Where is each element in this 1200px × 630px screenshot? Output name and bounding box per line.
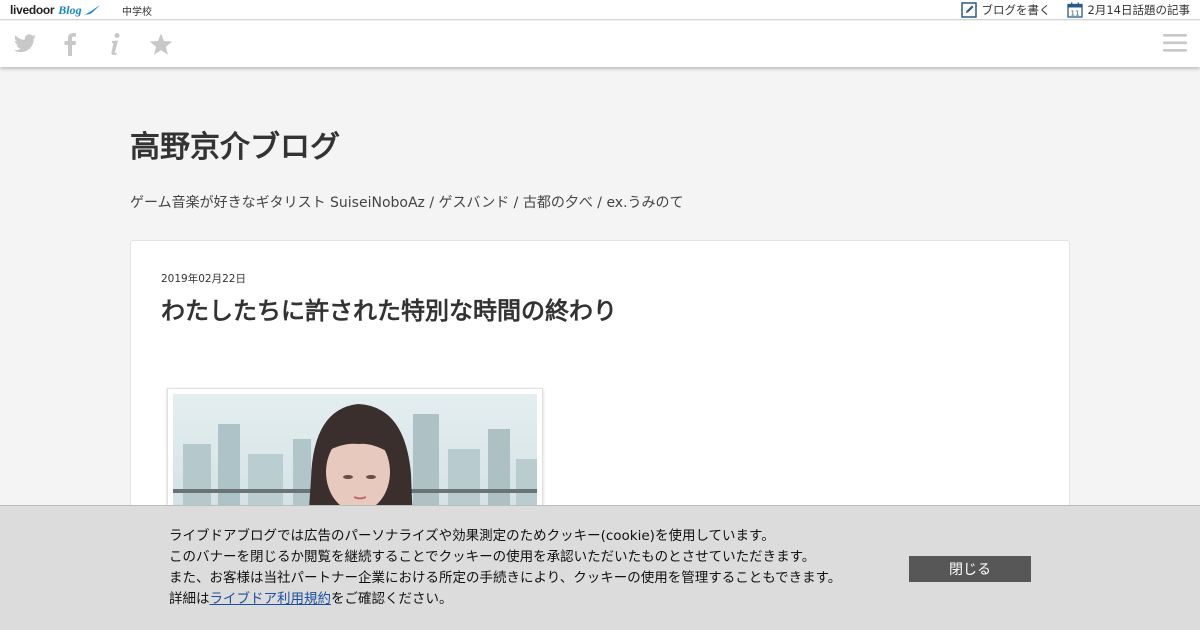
wing-icon bbox=[83, 5, 100, 15]
pencil-icon bbox=[960, 2, 977, 18]
menu-icon[interactable] bbox=[1163, 33, 1187, 55]
star-icon[interactable] bbox=[148, 31, 174, 57]
category-link[interactable]: 中学校 bbox=[122, 3, 152, 18]
terms-link[interactable]: ライブドア利用規約 bbox=[210, 591, 332, 607]
calendar-day: 11 bbox=[1070, 10, 1079, 18]
cookie-line-3: また、お客様は当社パートナー企業における所定の手続きにより、クッキーの使用を管理… bbox=[169, 570, 842, 586]
write-blog-label: ブログを書く bbox=[981, 3, 1051, 17]
cookie-banner: ライブドアブログでは広告のパーソナライズや効果測定のためクッキー(cookie)… bbox=[0, 505, 1200, 630]
livedoor-topbar: livedoor Blog 中学校 ブログを書く 11 2月14日話題の記事 bbox=[0, 0, 1200, 20]
logo-blog-text: Blog bbox=[58, 2, 82, 17]
post-date: 2019年02月22日 bbox=[161, 273, 246, 285]
write-blog-link[interactable]: ブログを書く bbox=[960, 2, 1051, 18]
livedoor-blog-logo[interactable]: livedoor Blog bbox=[10, 2, 101, 18]
info-icon[interactable] bbox=[102, 31, 128, 57]
facebook-icon[interactable] bbox=[57, 31, 83, 57]
trending-label: 2月14日話題の記事 bbox=[1087, 3, 1190, 17]
cookie-line-4: 詳細はライブドア利用規約をご確認ください。 bbox=[169, 589, 889, 610]
cookie-line-1: ライブドアブログでは広告のパーソナライズや効果測定のためクッキー(cookie)… bbox=[169, 528, 775, 544]
cookie-line-4-suffix: をご確認ください。 bbox=[331, 591, 453, 607]
twitter-icon[interactable] bbox=[12, 31, 38, 57]
cookie-line-4-prefix: 詳細は bbox=[169, 591, 210, 607]
logo-text: livedoor bbox=[10, 3, 55, 17]
blog-description: ゲーム音楽が好きなギタリスト SuiseiNoboAz / ゲスバンド / 古都… bbox=[130, 195, 684, 211]
cookie-message: ライブドアブログでは広告のパーソナライズや効果測定のためクッキー(cookie)… bbox=[169, 526, 889, 610]
calendar-icon: 11 bbox=[1066, 2, 1083, 18]
share-bar bbox=[0, 21, 1200, 67]
post-title[interactable]: わたしたちに許された特別な時間の終わり bbox=[161, 291, 617, 326]
cookie-line-2: このバナーを閉じるか閲覧を継続することでクッキーの使用を承認いただいたものとさせ… bbox=[169, 549, 816, 565]
blog-title[interactable]: 高野京介ブログ bbox=[130, 122, 340, 166]
trending-articles-link[interactable]: 11 2月14日話題の記事 bbox=[1066, 2, 1190, 18]
close-button[interactable]: 閉じる bbox=[909, 556, 1031, 582]
